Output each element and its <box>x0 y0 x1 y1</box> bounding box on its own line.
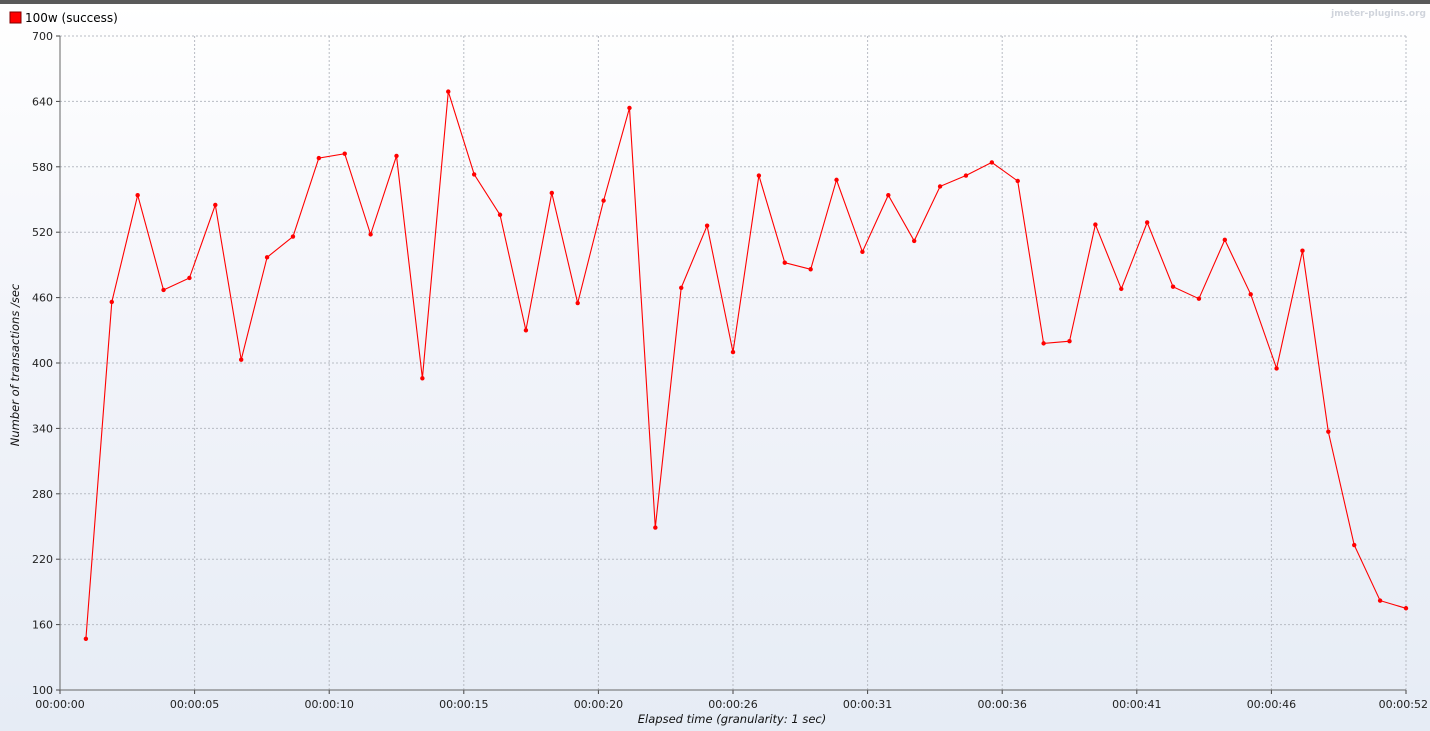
data-point <box>704 223 710 228</box>
data-point <box>653 525 658 530</box>
data-point <box>1274 366 1279 371</box>
x-tick-label: 00:00:26 <box>708 698 757 711</box>
data-point <box>368 232 373 237</box>
y-tick-label: 580 <box>32 161 53 174</box>
transactions-per-second-chart: 100 160 220 280 340 400 460 520 580 640 700 00:00:0… <box>8 9 1428 726</box>
data-point <box>213 202 218 208</box>
x-tick-label: 00:00:05 <box>170 698 219 711</box>
data-point <box>549 190 555 196</box>
x-tick-label: 00:00:46 <box>1247 698 1296 711</box>
data-point <box>264 255 270 260</box>
data-point <box>627 105 632 111</box>
data-point <box>1015 178 1020 184</box>
y-tick-label: 700 <box>32 30 53 43</box>
y-axis-title: Number of transactions /sec <box>8 283 22 446</box>
data-point <box>471 172 477 177</box>
data-point <box>1144 220 1150 225</box>
data-point <box>1067 339 1072 344</box>
data-point <box>679 285 684 290</box>
data-point <box>937 184 943 189</box>
y-tick-label: 640 <box>32 95 53 108</box>
grid-lines <box>60 35 1407 690</box>
data-point <box>109 299 114 305</box>
data-point <box>1403 606 1409 611</box>
data-point <box>601 198 606 203</box>
data-point <box>730 349 736 355</box>
data-point <box>1248 292 1253 297</box>
series-layer <box>83 89 1409 641</box>
data-point <box>83 636 89 641</box>
data-point <box>342 151 347 156</box>
chart-panel: 100 160 220 280 340 400 460 520 580 640 700 00:00:0… <box>0 0 1430 731</box>
legend-label: 100w (success) <box>25 11 118 25</box>
x-tick-label: 00:00:41 <box>1112 698 1161 711</box>
y-tick-label: 460 <box>32 292 53 305</box>
data-point <box>290 234 296 239</box>
data-point <box>1119 286 1124 292</box>
data-point <box>575 300 580 306</box>
watermark: jmeter-plugins.org <box>1330 9 1426 19</box>
data-point <box>394 153 399 159</box>
data-point <box>963 173 969 178</box>
y-tick-label: 520 <box>32 226 53 239</box>
x-tick-label: 00:00:52 <box>1379 698 1428 711</box>
data-point <box>1170 284 1176 289</box>
data-point <box>1377 598 1383 603</box>
x-tick-label: 00:00:20 <box>574 698 623 711</box>
data-point <box>316 155 322 161</box>
x-tick-label: 00:00:36 <box>977 698 1026 711</box>
x-tick-label: 00:00:15 <box>439 698 488 711</box>
data-point <box>860 249 865 255</box>
data-point <box>1352 542 1357 548</box>
data-point <box>161 287 166 293</box>
data-point <box>1041 341 1046 346</box>
data-point <box>1196 296 1202 301</box>
data-point <box>446 89 451 94</box>
data-point <box>1093 222 1098 227</box>
data-point <box>782 260 787 265</box>
axes: 100 160 220 280 340 400 460 520 580 640 700 00:00:0… <box>32 30 1428 711</box>
data-point <box>911 238 917 244</box>
data-point <box>886 192 891 198</box>
y-tick-label: 280 <box>32 488 53 501</box>
x-tick-label: 00:00:10 <box>304 698 353 711</box>
data-point <box>756 173 762 178</box>
data-point <box>497 212 503 217</box>
data-point <box>1326 429 1331 434</box>
x-axis-title: Elapsed time (granularity: 1 sec) <box>638 712 826 726</box>
legend-swatch <box>9 11 22 24</box>
y-tick-label: 400 <box>32 357 53 370</box>
y-tick-label: 100 <box>32 684 53 697</box>
series-line <box>85 91 1407 639</box>
data-point <box>989 160 995 165</box>
data-point <box>135 192 140 198</box>
data-point <box>187 275 192 281</box>
y-tick-label: 340 <box>32 422 53 435</box>
data-point <box>238 357 244 362</box>
y-tick-label: 220 <box>32 553 53 566</box>
data-point <box>1300 248 1305 253</box>
x-tick-label: 00:00:31 <box>843 698 892 711</box>
data-point <box>1222 237 1228 243</box>
x-tick-label: 00:00:00 <box>35 698 84 711</box>
legend: 100w (success) <box>9 11 118 25</box>
y-tick-label: 160 <box>32 619 53 632</box>
data-point <box>420 376 425 381</box>
data-point <box>523 328 529 333</box>
data-point <box>834 177 839 183</box>
data-point <box>808 267 813 272</box>
